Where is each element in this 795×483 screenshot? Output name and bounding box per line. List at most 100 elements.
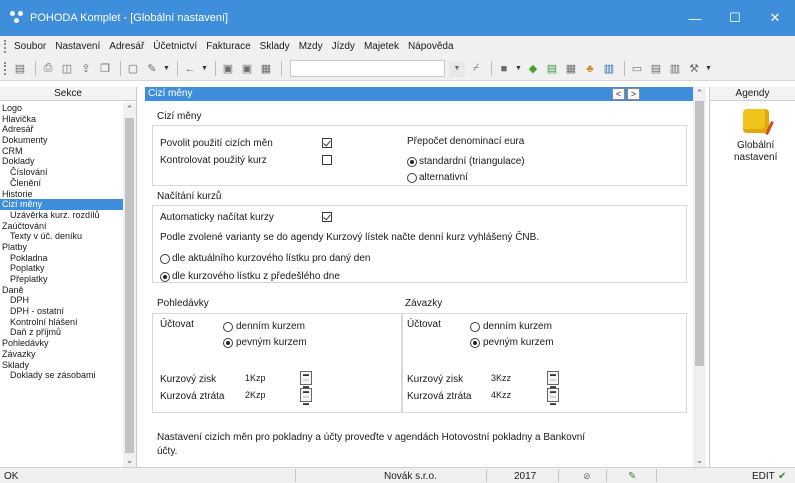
next-section-button[interactable]: >: [627, 88, 640, 100]
calendar-icon[interactable]: ▦: [563, 61, 579, 77]
agenda-item-line2[interactable]: nastavení: [734, 152, 777, 163]
menu-majetek[interactable]: Majetek: [364, 41, 399, 52]
save-all-icon[interactable]: ▣: [239, 61, 255, 77]
back-arrow-icon[interactable]: ←: [182, 61, 198, 77]
quick-search-input[interactable]: [290, 60, 445, 77]
section-hlavicka[interactable]: Hlavička: [0, 114, 123, 125]
menu-sklady[interactable]: Sklady: [260, 41, 290, 52]
save-icon[interactable]: ▣: [220, 61, 236, 77]
sections-scrollbar[interactable]: ⌃ ⌄: [123, 103, 136, 467]
menu-ucetnictvi[interactable]: Účetnictví: [153, 41, 197, 52]
menu-soubor[interactable]: Soubor: [14, 41, 46, 52]
new-record-icon[interactable]: ▢: [125, 61, 141, 77]
section-kontrolni-hlaseni[interactable]: Kontrolní hlášení: [0, 317, 123, 328]
section-sklady[interactable]: Sklady: [0, 360, 123, 371]
zavazky-zisk-field[interactable]: 3Kzz: [489, 370, 544, 386]
section-dan-z-prijmu[interactable]: Daň z příjmů: [0, 327, 123, 338]
edit-dropdown-icon[interactable]: ▼: [163, 61, 173, 77]
pohledavky-dennim-radio[interactable]: [223, 322, 233, 332]
close-button[interactable]: ✕: [755, 0, 795, 36]
section-logo[interactable]: Logo: [0, 103, 123, 114]
print-icon[interactable]: ⎙: [40, 61, 56, 77]
section-dane[interactable]: Daně: [0, 285, 123, 296]
section-pokladna[interactable]: Pokladna: [0, 253, 123, 264]
auto-nacitat-checkbox[interactable]: [322, 212, 332, 222]
section-platby[interactable]: Platby: [0, 242, 123, 253]
filter-icon[interactable]: ⌿: [468, 61, 484, 77]
preview-icon[interactable]: ◫: [59, 61, 75, 77]
list-icon[interactable]: ▤: [648, 61, 664, 77]
content-scroll-up-icon[interactable]: ⌃: [693, 87, 706, 100]
menu-grip[interactable]: [4, 40, 8, 53]
section-pohledavky[interactable]: Pohledávky: [0, 338, 123, 349]
menu-napoveda[interactable]: Nápověda: [408, 41, 454, 52]
pohledavky-ztrata-picker-icon[interactable]: ▬ ⋯ ▬: [300, 388, 312, 407]
back-dropdown-icon[interactable]: ▼: [201, 61, 211, 77]
scroll-up-icon[interactable]: ⌃: [123, 103, 136, 116]
search-dropdown-icon[interactable]: ▼: [449, 60, 465, 77]
content-scroll-down-icon[interactable]: ⌄: [693, 454, 706, 467]
section-doklady[interactable]: Doklady: [0, 156, 123, 167]
section-uzaverka-kurz-rozdilu[interactable]: Uzávěrka kurz. rozdílů: [0, 210, 123, 221]
agenda-item-line1[interactable]: Globální: [737, 140, 774, 151]
kontrolovat-kurz-checkbox[interactable]: [322, 155, 332, 165]
zavazky-dennim-radio[interactable]: [470, 322, 480, 332]
menu-nastaveni[interactable]: Nastavení: [55, 41, 100, 52]
people-icon[interactable]: ♣: [582, 61, 598, 77]
card-icon[interactable]: ▭: [629, 61, 645, 77]
menu-adresar[interactable]: Adresář: [109, 41, 144, 52]
content-scrollbar[interactable]: ⌃ ⌄: [693, 87, 706, 467]
globalni-nastaveni-icon[interactable]: [743, 109, 769, 133]
sections-scroll-thumb[interactable]: [125, 118, 134, 453]
section-zauctovani[interactable]: Zaúčtování: [0, 221, 123, 232]
zavazky-ztrata-field[interactable]: 4Kzz: [489, 387, 544, 403]
section-adresar[interactable]: Adresář: [0, 124, 123, 135]
agenda-icon[interactable]: ▤: [12, 61, 28, 77]
pohledavky-zisk-picker-icon[interactable]: ▬ ⋯ ▬: [300, 371, 312, 390]
maximize-button[interactable]: ☐: [715, 0, 755, 36]
povolit-cizi-meny-checkbox[interactable]: [322, 138, 332, 148]
section-historie[interactable]: Historie: [0, 189, 123, 200]
toolbar-grip[interactable]: [4, 62, 8, 75]
section-dph-ostatni[interactable]: DPH - ostatní: [0, 306, 123, 317]
section-dph[interactable]: DPH: [0, 295, 123, 306]
calculator-icon[interactable]: ▤: [544, 61, 560, 77]
section-dokumenty[interactable]: Dokumenty: [0, 135, 123, 146]
content-scroll-thumb[interactable]: [695, 101, 704, 366]
prev-section-button[interactable]: <: [612, 88, 625, 100]
pohledavky-ztrata-field[interactable]: 2Kzp: [243, 387, 298, 403]
leaf-icon[interactable]: ◆: [525, 61, 541, 77]
zavazky-zisk-picker-icon[interactable]: ▬ ⋯ ▬: [547, 371, 559, 390]
minimize-button[interactable]: —: [675, 0, 715, 36]
section-doklady-se-zasobami[interactable]: Doklady se zásobami: [0, 370, 123, 381]
section-preplatky[interactable]: Přeplatky: [0, 274, 123, 285]
section-zavazky[interactable]: Závazky: [0, 349, 123, 360]
prepocet-alternativni-radio[interactable]: [407, 173, 417, 183]
folder-dropdown-icon[interactable]: ▼: [515, 61, 525, 77]
tools-icon[interactable]: ⚒: [686, 61, 702, 77]
scroll-down-icon[interactable]: ⌄: [123, 454, 136, 467]
edit-pencil-icon[interactable]: ✎: [144, 61, 160, 77]
menu-fakturace[interactable]: Fakturace: [206, 41, 250, 52]
pohledavky-zisk-field[interactable]: 1Kzp: [243, 370, 298, 386]
menu-jizdy[interactable]: Jízdy: [332, 41, 355, 52]
tools-dropdown-icon[interactable]: ▼: [705, 61, 715, 77]
zavazky-ztrata-picker-icon[interactable]: ▬ ⋯ ▬: [547, 388, 559, 407]
zavazky-pevnym-radio[interactable]: [470, 338, 480, 348]
export-icon[interactable]: ⇪: [78, 61, 94, 77]
section-cislovani[interactable]: Číslování: [0, 167, 123, 178]
menu-mzdy[interactable]: Mzdy: [299, 41, 323, 52]
section-texty-v-uc-deniku[interactable]: Texty v úč. deníku: [0, 231, 123, 242]
section-poplatky[interactable]: Poplatky: [0, 263, 123, 274]
folder-icon[interactable]: ■: [496, 61, 512, 77]
bank-icon[interactable]: ▥: [601, 61, 617, 77]
kurz-predesly-radio[interactable]: [160, 272, 170, 282]
kurz-aktualni-radio[interactable]: [160, 254, 170, 264]
prepocet-standardni-radio[interactable]: [407, 157, 417, 167]
section-cleneni[interactable]: Členění: [0, 178, 123, 189]
copy-icon[interactable]: ❐: [97, 61, 113, 77]
section-cizi-meny[interactable]: Cizí měny: [0, 199, 123, 210]
table-icon[interactable]: ▥: [667, 61, 683, 77]
pohledavky-pevnym-radio[interactable]: [223, 338, 233, 348]
cut-icon[interactable]: ▦: [258, 61, 274, 77]
